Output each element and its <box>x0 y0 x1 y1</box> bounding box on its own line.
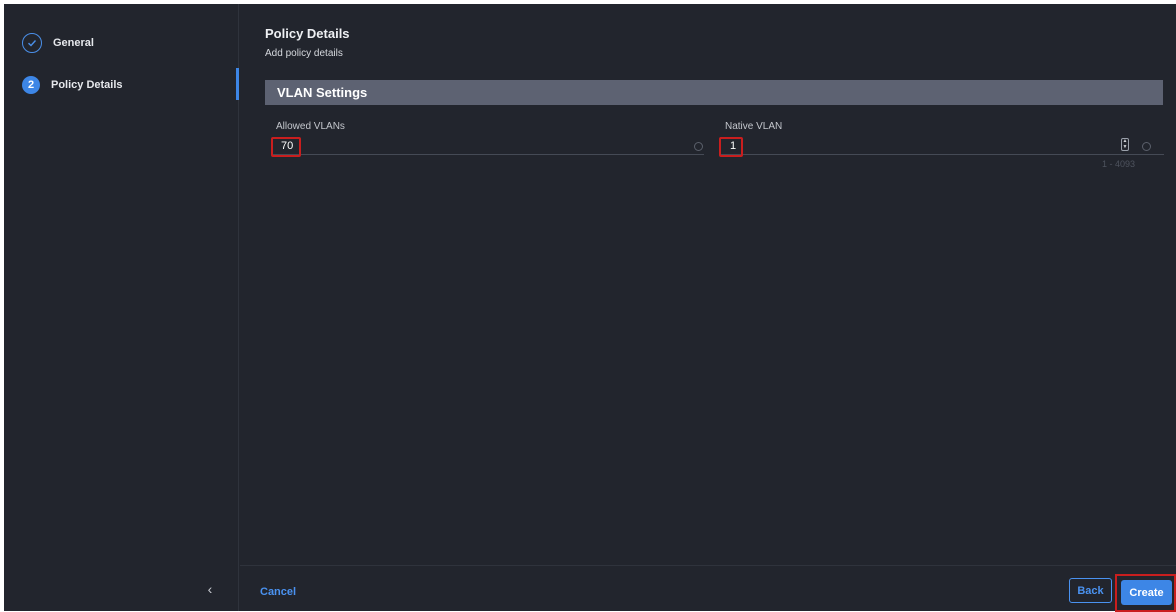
step-general[interactable]: General <box>22 32 94 54</box>
section-header-vlan-settings: VLAN Settings <box>265 80 1163 105</box>
cancel-button[interactable]: Cancel <box>260 586 296 598</box>
create-button[interactable]: Create <box>1121 580 1172 605</box>
step-policy-details[interactable]: 2 Policy Details <box>22 74 123 96</box>
wizard-footer: Cancel Back Create <box>240 565 1176 612</box>
page-subtitle: Add policy details <box>265 48 343 59</box>
native-vlan-label: Native VLAN <box>725 121 783 132</box>
step-label: Policy Details <box>51 79 123 91</box>
native-vlan-highlight <box>719 137 743 157</box>
main-content: Policy Details Add policy details VLAN S… <box>240 4 1176 611</box>
info-icon[interactable] <box>1142 142 1151 151</box>
chevron-left-icon[interactable]: ‹ <box>202 581 218 597</box>
step-number-badge: 2 <box>22 76 40 94</box>
back-button[interactable]: Back <box>1069 578 1112 603</box>
create-button-highlight: Create <box>1115 574 1176 612</box>
native-vlan-input[interactable] <box>720 137 1164 155</box>
native-vlan-range-hint: 1 - 4093 <box>1102 159 1136 169</box>
active-step-indicator <box>236 68 239 100</box>
allowed-vlans-label: Allowed VLANs <box>276 121 345 132</box>
check-icon <box>22 33 42 53</box>
allowed-vlans-input[interactable] <box>272 137 704 155</box>
page-title: Policy Details <box>265 26 350 41</box>
allowed-vlans-highlight <box>271 137 301 157</box>
step-label: General <box>53 37 94 49</box>
wizard-sidebar: General 2 Policy Details ‹ <box>4 4 239 611</box>
stepper-icon[interactable]: ▲ ▼ <box>1121 138 1129 151</box>
app-window: General 2 Policy Details ‹ Policy Detail… <box>4 4 1176 612</box>
info-icon[interactable] <box>694 142 703 151</box>
